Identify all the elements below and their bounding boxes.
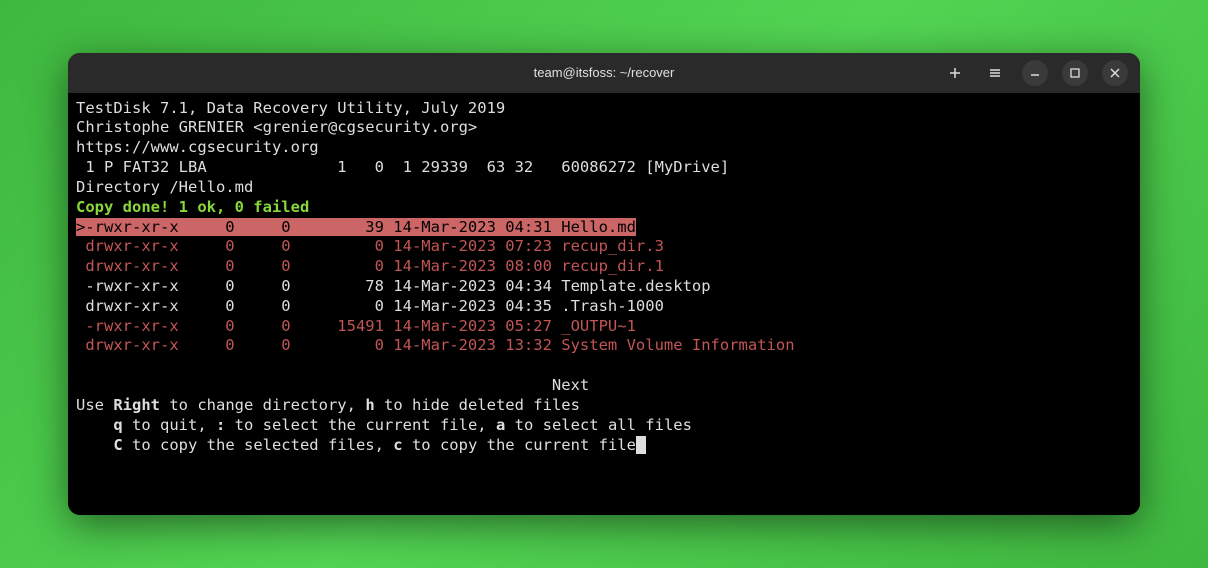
help-text: to select all files: [505, 416, 692, 434]
file-row: drwxr-xr-x 0 0 0 14-Mar-2023 13:32 Syste…: [76, 336, 1132, 356]
header-line: https://www.cgsecurity.org: [76, 138, 1132, 158]
help-key: a: [496, 416, 505, 434]
help-key: C: [113, 436, 122, 454]
new-tab-button[interactable]: [942, 60, 968, 86]
file-row: drwxr-xr-x 0 0 0 14-Mar-2023 04:35 .Tras…: [76, 297, 1132, 317]
cursor-icon: [636, 436, 646, 454]
help-key: Right: [113, 396, 160, 414]
help-key: h: [365, 396, 374, 414]
help-key: c: [393, 436, 402, 454]
file-row: -rwxr-xr-x 0 0 78 14-Mar-2023 04:34 Temp…: [76, 277, 1132, 297]
help-key: :: [216, 416, 225, 434]
blank-line: [76, 356, 1132, 376]
file-row: drwxr-xr-x 0 0 0 14-Mar-2023 08:00 recup…: [76, 257, 1132, 277]
titlebar: team@itsfoss: ~/recover: [68, 53, 1140, 93]
file-row: -rwxr-xr-x 0 0 15491 14-Mar-2023 05:27 _…: [76, 317, 1132, 337]
help-line: C to copy the selected files, c to copy …: [76, 436, 1132, 456]
help-text: to quit,: [123, 416, 216, 434]
help-text: to copy the selected files,: [123, 436, 394, 454]
minimize-button[interactable]: [1022, 60, 1048, 86]
help-text: [76, 436, 113, 454]
help-text: [76, 416, 113, 434]
next-line: Next: [76, 376, 1132, 396]
header-line: Christophe GRENIER <grenier@cgsecurity.o…: [76, 118, 1132, 138]
terminal-window: team@itsfoss: ~/recover TestDisk 7.1, Da…: [68, 53, 1140, 516]
help-key: q: [113, 416, 122, 434]
close-button[interactable]: [1102, 60, 1128, 86]
maximize-button[interactable]: [1062, 60, 1088, 86]
help-text: to change directory,: [160, 396, 365, 414]
window-controls: [942, 60, 1128, 86]
window-title: team@itsfoss: ~/recover: [534, 65, 675, 80]
help-line: q to quit, : to select the current file,…: [76, 416, 1132, 436]
directory-line: Directory /Hello.md: [76, 178, 1132, 198]
menu-button[interactable]: [982, 60, 1008, 86]
header-line: TestDisk 7.1, Data Recovery Utility, Jul…: [76, 99, 1132, 119]
help-text: to select the current file,: [225, 416, 496, 434]
help-line: Use Right to change directory, h to hide…: [76, 396, 1132, 416]
help-text: to hide deleted files: [375, 396, 580, 414]
status-line: Copy done! 1 ok, 0 failed: [76, 198, 1132, 218]
help-text: to copy the current file: [403, 436, 636, 454]
terminal-body[interactable]: TestDisk 7.1, Data Recovery Utility, Jul…: [68, 93, 1140, 516]
file-row: drwxr-xr-x 0 0 0 14-Mar-2023 07:23 recup…: [76, 237, 1132, 257]
file-row-selected: >-rwxr-xr-x 0 0 39 14-Mar-2023 04:31 Hel…: [76, 218, 1132, 238]
help-text: Use: [76, 396, 113, 414]
partition-line: 1 P FAT32 LBA 1 0 1 29339 63 32 60086272…: [76, 158, 1132, 178]
file-row-text: >-rwxr-xr-x 0 0 39 14-Mar-2023 04:31 Hel…: [76, 218, 636, 236]
